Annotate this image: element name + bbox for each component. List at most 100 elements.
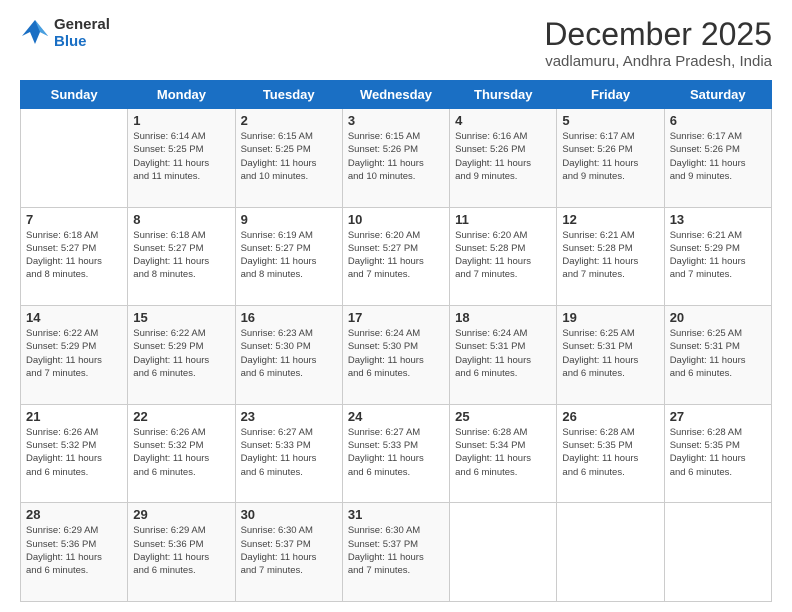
calendar-cell: 28 Sunrise: 6:29 AMSunset: 5:36 PMDayligh… — [21, 503, 128, 602]
day-number: 24 — [348, 409, 444, 424]
day-info: Sunrise: 6:28 AMSunset: 5:34 PMDaylight:… — [455, 426, 551, 479]
day-number: 11 — [455, 212, 551, 227]
header: General Blue December 2025 vadlamuru, An… — [20, 16, 772, 70]
calendar-cell: 26 Sunrise: 6:28 AMSunset: 5:35 PMDayligh… — [557, 404, 664, 503]
calendar-table: SundayMondayTuesdayWednesdayThursdayFrid… — [20, 80, 772, 602]
day-number: 25 — [455, 409, 551, 424]
logo-icon — [20, 18, 50, 48]
day-info: Sunrise: 6:28 AMSunset: 5:35 PMDaylight:… — [562, 426, 658, 479]
day-info: Sunrise: 6:24 AMSunset: 5:30 PMDaylight:… — [348, 327, 444, 380]
day-info: Sunrise: 6:27 AMSunset: 5:33 PMDaylight:… — [348, 426, 444, 479]
calendar-cell — [557, 503, 664, 602]
day-info: Sunrise: 6:25 AMSunset: 5:31 PMDaylight:… — [562, 327, 658, 380]
day-number: 18 — [455, 310, 551, 325]
calendar-cell: 11 Sunrise: 6:20 AMSunset: 5:28 PMDayligh… — [450, 207, 557, 306]
location: vadlamuru, Andhra Pradesh, India — [544, 53, 772, 70]
calendar-cell: 7 Sunrise: 6:18 AMSunset: 5:27 PMDaylight… — [21, 207, 128, 306]
day-number: 12 — [562, 212, 658, 227]
logo-text: General Blue — [54, 16, 110, 50]
day-number: 3 — [348, 113, 444, 128]
calendar-cell: 27Sunrise: 6:28 AMSunset: 5:35 PMDayligh… — [664, 404, 771, 503]
calendar-cell: 31 Sunrise: 6:30 AMSunset: 5:37 PMDayligh… — [342, 503, 449, 602]
calendar-cell: 20 Sunrise: 6:25 AMSunset: 5:31 PMDayligh… — [664, 306, 771, 405]
day-info: Sunrise: 6:30 AMSunset: 5:37 PMDaylight:… — [241, 524, 337, 577]
day-info: Sunrise: 6:15 AMSunset: 5:25 PMDaylight:… — [241, 130, 337, 183]
calendar-cell: 22Sunrise: 6:26 AMSunset: 5:32 PMDayligh… — [128, 404, 235, 503]
day-info: Sunrise: 6:25 AMSunset: 5:31 PMDaylight:… — [670, 327, 766, 380]
calendar-cell: 10Sunrise: 6:20 AMSunset: 5:27 PMDayligh… — [342, 207, 449, 306]
day-number: 21 — [26, 409, 122, 424]
calendar-cell: 6 Sunrise: 6:17 AMSunset: 5:26 PMDaylight… — [664, 109, 771, 208]
day-info: Sunrise: 6:22 AMSunset: 5:29 PMDaylight:… — [133, 327, 229, 380]
day-number: 1 — [133, 113, 229, 128]
month-title: December 2025 — [544, 16, 772, 53]
calendar-week-row: 28 Sunrise: 6:29 AMSunset: 5:36 PMDayligh… — [21, 503, 772, 602]
calendar-cell: 25 Sunrise: 6:28 AMSunset: 5:34 PMDayligh… — [450, 404, 557, 503]
calendar-cell: 19 Sunrise: 6:25 AMSunset: 5:31 PMDayligh… — [557, 306, 664, 405]
day-number: 28 — [26, 507, 122, 522]
weekday-header-row: SundayMondayTuesdayWednesdayThursdayFrid… — [21, 81, 772, 109]
calendar-cell: 4 Sunrise: 6:16 AMSunset: 5:26 PMDaylight… — [450, 109, 557, 208]
day-info: Sunrise: 6:29 AMSunset: 5:36 PMDaylight:… — [26, 524, 122, 577]
day-number: 26 — [562, 409, 658, 424]
calendar-cell: 23Sunrise: 6:27 AMSunset: 5:33 PMDayligh… — [235, 404, 342, 503]
calendar-cell: 13Sunrise: 6:21 AMSunset: 5:29 PMDayligh… — [664, 207, 771, 306]
calendar-cell — [21, 109, 128, 208]
calendar-week-row: 14Sunrise: 6:22 AMSunset: 5:29 PMDayligh… — [21, 306, 772, 405]
calendar-cell: 12 Sunrise: 6:21 AMSunset: 5:28 PMDayligh… — [557, 207, 664, 306]
calendar-cell: 24 Sunrise: 6:27 AMSunset: 5:33 PMDayligh… — [342, 404, 449, 503]
day-info: Sunrise: 6:14 AMSunset: 5:25 PMDaylight:… — [133, 130, 229, 183]
calendar-cell: 15 Sunrise: 6:22 AMSunset: 5:29 PMDayligh… — [128, 306, 235, 405]
day-info: Sunrise: 6:17 AMSunset: 5:26 PMDaylight:… — [562, 130, 658, 183]
day-number: 15 — [133, 310, 229, 325]
day-number: 17 — [348, 310, 444, 325]
day-info: Sunrise: 6:15 AMSunset: 5:26 PMDaylight:… — [348, 130, 444, 183]
title-block: December 2025 vadlamuru, Andhra Pradesh,… — [544, 16, 772, 70]
weekday-header-friday: Friday — [557, 81, 664, 109]
calendar-week-row: 1 Sunrise: 6:14 AMSunset: 5:25 PMDaylight… — [21, 109, 772, 208]
page: General Blue December 2025 vadlamuru, An… — [0, 0, 792, 612]
day-number: 5 — [562, 113, 658, 128]
calendar-cell: 3 Sunrise: 6:15 AMSunset: 5:26 PMDaylight… — [342, 109, 449, 208]
day-info: Sunrise: 6:19 AMSunset: 5:27 PMDaylight:… — [241, 229, 337, 282]
day-number: 19 — [562, 310, 658, 325]
calendar-cell — [450, 503, 557, 602]
day-number: 10 — [348, 212, 444, 227]
day-number: 9 — [241, 212, 337, 227]
day-info: Sunrise: 6:26 AMSunset: 5:32 PMDaylight:… — [133, 426, 229, 479]
calendar-cell: 14Sunrise: 6:22 AMSunset: 5:29 PMDayligh… — [21, 306, 128, 405]
day-number: 7 — [26, 212, 122, 227]
weekday-header-sunday: Sunday — [21, 81, 128, 109]
day-info: Sunrise: 6:27 AMSunset: 5:33 PMDaylight:… — [241, 426, 337, 479]
day-number: 20 — [670, 310, 766, 325]
calendar-cell: 17 Sunrise: 6:24 AMSunset: 5:30 PMDayligh… — [342, 306, 449, 405]
calendar-cell: 5 Sunrise: 6:17 AMSunset: 5:26 PMDaylight… — [557, 109, 664, 208]
calendar-cell: 2Sunrise: 6:15 AMSunset: 5:25 PMDaylight… — [235, 109, 342, 208]
day-info: Sunrise: 6:16 AMSunset: 5:26 PMDaylight:… — [455, 130, 551, 183]
day-info: Sunrise: 6:17 AMSunset: 5:26 PMDaylight:… — [670, 130, 766, 183]
day-number: 4 — [455, 113, 551, 128]
day-info: Sunrise: 6:26 AMSunset: 5:32 PMDaylight:… — [26, 426, 122, 479]
calendar-cell: 9 Sunrise: 6:19 AMSunset: 5:27 PMDaylight… — [235, 207, 342, 306]
day-info: Sunrise: 6:18 AMSunset: 5:27 PMDaylight:… — [133, 229, 229, 282]
day-number: 16 — [241, 310, 337, 325]
day-info: Sunrise: 6:30 AMSunset: 5:37 PMDaylight:… — [348, 524, 444, 577]
calendar-week-row: 7 Sunrise: 6:18 AMSunset: 5:27 PMDaylight… — [21, 207, 772, 306]
weekday-header-wednesday: Wednesday — [342, 81, 449, 109]
day-number: 13 — [670, 212, 766, 227]
day-info: Sunrise: 6:20 AMSunset: 5:28 PMDaylight:… — [455, 229, 551, 282]
weekday-header-monday: Monday — [128, 81, 235, 109]
day-info: Sunrise: 6:29 AMSunset: 5:36 PMDaylight:… — [133, 524, 229, 577]
calendar-cell: 1 Sunrise: 6:14 AMSunset: 5:25 PMDaylight… — [128, 109, 235, 208]
calendar-cell: 30 Sunrise: 6:30 AMSunset: 5:37 PMDayligh… — [235, 503, 342, 602]
day-number: 6 — [670, 113, 766, 128]
calendar-cell — [664, 503, 771, 602]
day-number: 31 — [348, 507, 444, 522]
weekday-header-tuesday: Tuesday — [235, 81, 342, 109]
calendar-cell: 29Sunrise: 6:29 AMSunset: 5:36 PMDayligh… — [128, 503, 235, 602]
day-info: Sunrise: 6:28 AMSunset: 5:35 PMDaylight:… — [670, 426, 766, 479]
day-info: Sunrise: 6:21 AMSunset: 5:28 PMDaylight:… — [562, 229, 658, 282]
day-info: Sunrise: 6:18 AMSunset: 5:27 PMDaylight:… — [26, 229, 122, 282]
calendar-cell: 16Sunrise: 6:23 AMSunset: 5:30 PMDayligh… — [235, 306, 342, 405]
day-number: 30 — [241, 507, 337, 522]
